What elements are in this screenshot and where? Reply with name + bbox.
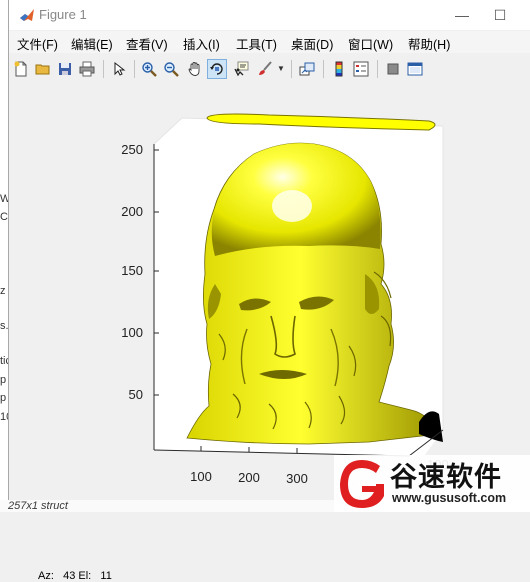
watermark: 谷速软件 www.gususoft.com [334,455,530,512]
menu-file[interactable]: 文件(F) [17,34,58,53]
arrow-pointer-icon [114,61,126,76]
new-file-icon [14,61,27,77]
menu-bar: 文件(F) 编辑(E) 查看(V) 插入(I) 工具(T) 桌面(D) 窗口(W… [9,31,530,53]
hand-icon [188,62,200,76]
save-disk-icon [59,63,71,75]
toolbar-separator [291,60,292,78]
background-text: C [0,211,8,223]
background-text: p [0,392,7,404]
x-tick-label: 100 [190,469,212,484]
menu-insert[interactable]: 插入(I) [183,34,220,53]
brush-button[interactable] [255,59,275,79]
print-button[interactable] [77,59,97,79]
show-plot-tools-button[interactable] [405,59,425,79]
printer-icon [79,61,95,77]
toolbar-separator [103,60,104,78]
data-cursor-icon [234,61,249,77]
legend-icon [353,61,369,77]
figure-window: Figure 1 — ☐ 文件(F) 编辑(E) 查看(V) 插入(I) 工具(… [8,0,530,582]
zoom-in-button[interactable] [139,59,159,79]
hide-plot-tools-button[interactable] [383,59,403,79]
show-plot-tools-icon [407,62,423,76]
hide-plot-tools-icon [387,63,399,75]
insert-legend-button[interactable] [351,59,371,79]
rotate-3d-button[interactable] [207,59,227,79]
y-tick-label: 150 [121,263,143,278]
menu-window[interactable]: 窗口(W) [348,34,393,53]
zoom-in-icon [142,62,157,77]
minimize-button[interactable]: — [451,5,473,25]
pan-button[interactable] [185,59,205,79]
insert-colorbar-button[interactable] [329,59,349,79]
maximize-button[interactable]: ☐ [489,5,511,25]
matlab-logo-icon [20,9,34,21]
edit-plot-button[interactable] [109,59,129,79]
axes-3d[interactable]: 250 200 150 100 50 100 200 300 100 [9,84,530,500]
zoom-out-icon [164,62,179,77]
y-tick-label: 200 [121,204,143,219]
save-button[interactable] [55,59,75,79]
menu-desktop[interactable]: 桌面(D) [291,34,333,53]
x-tick-label: 200 [238,470,260,485]
background-struct-text: 257x1 struct [8,500,68,512]
watermark-url: www.gususoft.com [392,491,507,505]
background-text: p [0,374,7,386]
background-text: z [0,285,6,297]
el-label: El: [78,570,92,582]
toolbar-separator [377,60,378,78]
data-cursor-button[interactable] [231,59,251,79]
watermark-logo-icon [340,460,384,508]
menu-view[interactable]: 查看(V) [126,34,168,53]
title-bar[interactable]: Figure 1 — ☐ [9,0,530,30]
watermark-brand: 谷速软件 [390,462,502,493]
az-label: Az: [38,570,54,582]
figure-toolbar: ▼ [9,56,530,85]
menu-help[interactable]: 帮助(H) [408,34,450,53]
open-file-button[interactable] [33,59,53,79]
link-plot-icon [299,62,315,76]
view-angle-readout: Az: 43 El: 11 [38,570,112,582]
window-title: Figure 1 [39,7,87,22]
link-plot-button[interactable] [297,59,317,79]
zoom-out-button[interactable] [161,59,181,79]
rotate-3d-icon [210,63,223,75]
colorbar-icon [335,61,343,77]
menu-tools[interactable]: 工具(T) [236,34,277,53]
az-value: 43 [63,570,76,582]
x-tick-label: 300 [286,471,308,486]
y-tick-label: 50 [129,387,143,402]
toolbar-separator [134,60,135,78]
chevron-down-icon[interactable]: ▼ [277,64,285,73]
y-tick-label: 250 [121,142,143,157]
new-figure-button[interactable] [11,59,31,79]
brush-icon [259,61,272,75]
plot-area[interactable]: 250 200 150 100 50 100 200 300 100 Az: 4… [9,84,530,582]
folder-icon [35,64,50,75]
y-tick-label: 100 [121,325,143,340]
el-value: 11 [100,570,112,582]
toolbar-separator [323,60,324,78]
menu-edit[interactable]: 编辑(E) [71,34,113,53]
